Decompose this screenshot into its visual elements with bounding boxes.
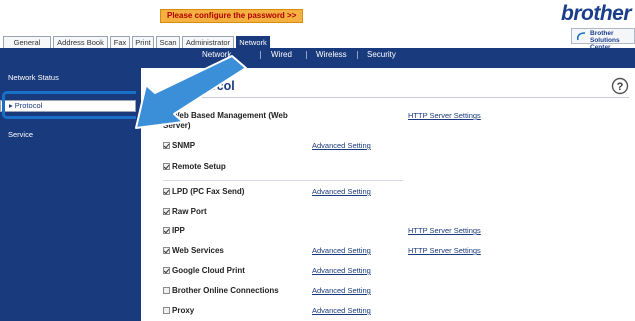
solutions-swoosh-icon (576, 32, 586, 41)
subnav-security[interactable]: Security (367, 48, 396, 62)
row-label: Proxy (172, 306, 195, 315)
checkbox-web-management[interactable] (163, 112, 170, 119)
page-title: Protocol (184, 79, 235, 93)
sidebar-item-network-status[interactable]: Network Status (0, 73, 136, 82)
row-snmp: SNMP (163, 141, 195, 151)
tab-address-book[interactable]: Address Book (53, 36, 108, 48)
row-label: Google Cloud Print (172, 266, 245, 275)
checkbox-ipp[interactable] (163, 227, 170, 234)
row-web-services: Web Services (163, 246, 224, 256)
row-label: Brother Online Connections (172, 286, 279, 295)
brother-logo: brother (561, 2, 632, 25)
checkbox-web-services[interactable] (163, 247, 170, 254)
row-label: Remote Setup (172, 162, 226, 171)
main-panel: Protocol ? Web Based Management (Web Ser… (141, 68, 635, 321)
link-advanced-setting[interactable]: Advanced Setting (312, 266, 371, 276)
checkbox-lpd[interactable] (163, 188, 170, 195)
row-raw-port: Raw Port (163, 207, 207, 217)
link-advanced-setting[interactable]: Advanced Setting (312, 187, 371, 197)
subnav-divider (306, 51, 307, 59)
link-advanced-setting[interactable]: Advanced Setting (312, 286, 371, 296)
checkbox-proxy[interactable] (163, 307, 170, 314)
row-label-cont: Server) (163, 121, 191, 130)
checkbox-remote-setup[interactable] (163, 163, 170, 170)
row-label: Web Based Management (Web (172, 111, 288, 120)
link-http-server-settings[interactable]: HTTP Server Settings (408, 226, 481, 236)
row-label: LPD (PC Fax Send) (172, 187, 245, 196)
link-http-server-settings[interactable]: HTTP Server Settings (408, 246, 481, 256)
tab-general[interactable]: General (3, 36, 51, 48)
link-advanced-setting[interactable]: Advanced Setting (312, 306, 371, 316)
tab-fax[interactable]: Fax (110, 36, 130, 48)
password-warning-link[interactable]: Please configure the password >> (160, 9, 304, 23)
highlight-box (2, 91, 146, 119)
group-divider (163, 180, 403, 181)
tab-network[interactable]: Network (236, 36, 270, 48)
row-label: IPP (172, 226, 185, 235)
row-proxy: Proxy (163, 306, 194, 316)
row-lpd: LPD (PC Fax Send) (163, 187, 244, 197)
solutions-label-1: Brother (590, 30, 614, 37)
sidebar: Network Status ▸ Protocol Service (0, 48, 136, 321)
checkbox-snmp[interactable] (163, 142, 170, 149)
subnav-divider (357, 51, 358, 59)
row-ipp: IPP (163, 226, 185, 236)
main-tabs: General Address Book Fax Print Scan Admi… (0, 36, 570, 48)
checkbox-brother-online[interactable] (163, 287, 170, 294)
subnav-wired[interactable]: Wired (271, 48, 292, 62)
link-advanced-setting[interactable]: Advanced Setting (312, 141, 371, 151)
row-google-cloud-print: Google Cloud Print (163, 266, 245, 276)
row-label: Raw Port (172, 207, 207, 216)
sub-navigation: Network Wired Wireless Security (136, 48, 635, 62)
subnav-wireless[interactable]: Wireless (316, 48, 347, 62)
link-advanced-setting[interactable]: Advanced Setting (312, 246, 371, 256)
row-web-management: Web Based Management (Web Server) (163, 111, 288, 131)
title-divider (158, 97, 629, 98)
help-circle-icon[interactable]: ? (611, 77, 629, 95)
row-remote-setup: Remote Setup (163, 162, 226, 172)
tab-print[interactable]: Print (132, 36, 154, 48)
subnav-network[interactable]: Network (202, 48, 231, 62)
tab-administrator[interactable]: Administrator (182, 36, 234, 48)
row-label: Web Services (172, 246, 224, 255)
subnav-divider (260, 51, 261, 59)
sidebar-item-service[interactable]: Service (0, 130, 136, 139)
row-label: SNMP (172, 141, 196, 150)
tab-scan[interactable]: Scan (156, 36, 180, 48)
top-bar: Please configure the password >> brother (0, 0, 635, 36)
svg-text:?: ? (617, 81, 624, 93)
checkbox-raw-port[interactable] (163, 208, 170, 215)
row-brother-online: Brother Online Connections (163, 286, 279, 296)
checkbox-google-cloud-print[interactable] (163, 267, 170, 274)
main-frame: Protocol ? Web Based Management (Web Ser… (136, 62, 635, 321)
link-http-server-settings[interactable]: HTTP Server Settings (408, 111, 481, 121)
solutions-center-link[interactable]: Brother Solutions Center (571, 28, 635, 51)
